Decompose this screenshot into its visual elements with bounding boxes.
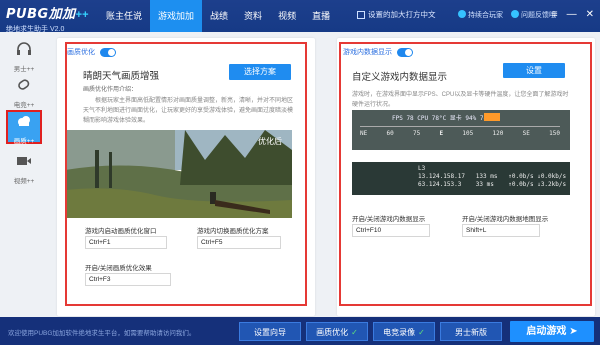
hud-preview-top: FPS 78 CPU 78°C 显卡 94% 78°C NE 60 75 E 1…: [352, 110, 570, 150]
data-hotkey-field-1[interactable]: Shift+L: [462, 224, 540, 237]
quality-intro-heading: 画质优化作用介绍：: [83, 87, 138, 93]
checkbox-box[interactable]: [357, 10, 365, 19]
data-field-label-0: 开启/关闭游戏内数据显示: [352, 216, 426, 223]
play-arrow-icon: ➤: [569, 326, 578, 337]
nav-item-2[interactable]: 战绩: [202, 0, 236, 32]
compass-label-6: SE: [522, 130, 530, 137]
title-bar: PUBG加加++ 绝地求生助手 V2.0 账主任说 游戏加加 战绩 资料 视频 …: [0, 0, 600, 33]
start-game-label: 启动游戏: [526, 326, 567, 337]
compass-labels: NE 60 75 E 105 120 SE 150: [360, 130, 560, 137]
bottom-bar: 欢迎使用PUBG加加软件绝地求生平台，如需要帮助请访问我们。 设置向导 画质优化…: [0, 317, 600, 345]
sidebar-item-0[interactable]: 男士++: [8, 40, 40, 74]
header-checkbox[interactable]: 设置的加大打方中文: [357, 9, 436, 20]
minimize-icon[interactable]: —: [567, 9, 577, 20]
field-label-2: 开启/关闭画质优化效果: [85, 265, 152, 272]
image-quality-panel: 画质优化 晴朗天气画质增强 选择方案 画质优化作用介绍： 根据玩家主界面高低配置…: [57, 38, 315, 316]
logo-plus: ++: [75, 9, 89, 21]
select-plan-button[interactable]: 选择方案: [229, 64, 291, 80]
nav-item-4[interactable]: 视频: [270, 0, 304, 32]
menu-icon[interactable]: ≡: [552, 9, 558, 20]
quality-toggle-row: 画质优化: [67, 47, 116, 57]
data-desc: 游戏时，在游戏界面中显示FPS、CPU以及显卡等硬件温度，让您全面了解游戏时硬件…: [352, 92, 569, 108]
compass-label-4: 105: [462, 130, 474, 137]
nav-item-1[interactable]: 游戏加加: [150, 0, 203, 32]
app-window: PUBG加加++ 绝地求生助手 V2.0 账主任说 游戏加加 战绩 资料 视频 …: [0, 0, 600, 345]
new-version-button[interactable]: 男士新版: [440, 322, 502, 341]
sidebar-item-1[interactable]: 电竞++: [8, 76, 40, 110]
quality-toggle[interactable]: [100, 47, 116, 57]
sidebar-label-3: 视频++: [13, 178, 35, 185]
check-icon: ✓: [351, 328, 358, 337]
sidebar-label-1: 电竞++: [13, 102, 35, 109]
new-version-label: 男士新版: [455, 328, 487, 337]
header-links: 持续合玩家 问题反馈哦: [458, 10, 556, 20]
sidebar-item-2[interactable]: 画质++: [6, 110, 42, 145]
quality-intro-text: 根据玩家主界面高低配置情形对画面质量调整，新亮，清晰，并对不同地区天气不利地图进…: [83, 98, 293, 124]
data-toggle[interactable]: [397, 47, 413, 57]
quality-toggle-label: 画质优化: [67, 49, 95, 56]
data-toggle-row: 游戏内数据显示: [343, 47, 413, 57]
field-label-0: 游戏内启动画质优化窗口: [85, 228, 157, 235]
record-label: 电竞录像: [383, 328, 416, 337]
start-game-button[interactable]: 启动游戏 ➤: [510, 321, 594, 342]
header-link-2-label: 问题反馈哦: [521, 12, 556, 19]
check-icon: ✓: [418, 328, 425, 337]
header-link-1-label: 持续合玩家: [468, 12, 503, 19]
settings-button[interactable]: 设置: [503, 63, 565, 78]
hotkey-field-1[interactable]: Ctrl+F5: [197, 236, 281, 249]
hotkey-field-2[interactable]: Ctrl+F3: [85, 273, 171, 286]
hud-gpu-highlight: [484, 113, 500, 121]
quality-title: 晴朗天气画质增强: [83, 71, 160, 82]
app-logo: PUBG加加++ 绝地求生助手 V2.0: [6, 3, 92, 33]
close-icon[interactable]: ✕: [586, 9, 594, 20]
user-icon: [458, 10, 466, 18]
compass-label-0: NE: [360, 130, 368, 137]
logo-main: PUBG加加: [6, 7, 76, 22]
data-hotkey-field-0[interactable]: Ctrl+F10: [352, 224, 430, 237]
compass-label-3: E: [439, 130, 444, 137]
data-title: 自定义游戏内数据显示: [352, 72, 448, 83]
data-toggle-label: 游戏内数据显示: [343, 49, 392, 56]
window-controls: ≡ — ✕: [552, 9, 594, 20]
record-button[interactable]: 电竞录像 ✓: [373, 322, 435, 341]
sidebar-item-3[interactable]: 视频++: [8, 152, 40, 186]
compass-label-5: 120: [492, 130, 504, 137]
cloud-icon: [18, 116, 30, 126]
main-content: 画质优化 晴朗天气画质增强 选择方案 画质优化作用介绍： 根据玩家主界面高低配置…: [57, 38, 595, 316]
header-link-2[interactable]: 问题反馈哦: [511, 10, 556, 20]
setup-wizard-label: 设置向导: [254, 328, 286, 337]
video-icon: [17, 157, 31, 165]
main-nav: 账主任说 游戏加加 战绩 资料 视频 直播: [98, 0, 338, 32]
quality-preview-image: 优化后: [65, 130, 292, 218]
checkbox-label: 设置的加大打方中文: [368, 10, 436, 19]
nav-item-5[interactable]: 直播: [304, 0, 338, 32]
headset-icon: [17, 42, 31, 55]
setup-wizard-button[interactable]: 设置向导: [239, 322, 301, 341]
hotkey-field-0[interactable]: Ctrl+F1: [85, 236, 167, 249]
hud-fps-line: FPS 78 CPU 78°C 显卡 94% 78°C: [392, 115, 495, 122]
nav-item-3[interactable]: 资料: [236, 0, 270, 32]
compass-label-1: 60: [386, 130, 394, 137]
compass-label-2: 75: [413, 130, 421, 137]
sidebar-label-2: 画质++: [13, 138, 35, 145]
quality-opt-label: 画质优化: [316, 328, 349, 337]
sidebar-label-0: 男士++: [13, 66, 35, 73]
bottom-note: 欢迎使用PUBG加加软件绝地求生平台，如需要帮助请访问我们。: [8, 330, 196, 337]
image-after-tag: 优化后: [258, 137, 282, 146]
sidebar: 男士++ 电竞++ 画质++ 视频++: [0, 32, 48, 317]
compass-label-7: 150: [549, 130, 560, 137]
data-field-label-1: 开启/关闭游戏内数据地图显示: [462, 216, 549, 223]
feedback-icon: [511, 10, 519, 18]
compass-bar: [360, 126, 560, 127]
field-label-1: 游戏内切换画质优化方案: [197, 228, 269, 235]
ingame-data-panel: 游戏内数据显示 自定义游戏内数据显示 设置 游戏时，在游戏界面中显示FPS、CP…: [337, 38, 595, 316]
header-link-1[interactable]: 持续合玩家: [458, 10, 503, 20]
quality-opt-button[interactable]: 画质优化 ✓: [306, 322, 368, 341]
hud-network-lines: L3 13.124.158.17 133 ms ↑0.0b/s ↓0.0kb/s…: [418, 165, 567, 188]
pill-icon: [18, 79, 30, 90]
hud-preview-bottom: L3 13.124.158.17 133 ms ↑0.0b/s ↓0.0kb/s…: [352, 162, 570, 195]
nav-item-0[interactable]: 账主任说: [98, 0, 150, 32]
